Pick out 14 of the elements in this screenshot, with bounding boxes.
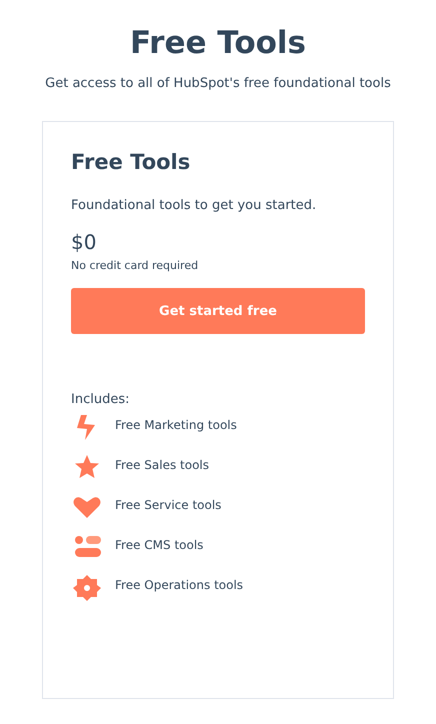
included-tool: Free Sales tools — [115, 457, 210, 473]
page-title: Free Tools — [130, 24, 306, 62]
page-subtitle: Get access to all of HubSpot's free foundational tools — [45, 76, 391, 91]
price-note: No credit card required — [71, 259, 198, 272]
plan-price: $0 — [71, 229, 96, 255]
plan-description: Foundational tools to get you started. — [71, 198, 316, 213]
included-tool: Free Service tools — [115, 497, 222, 513]
plan-title: Free Tools — [71, 149, 190, 176]
get-started-button[interactable]: Get started free — [71, 288, 365, 334]
includes-label: Includes: — [71, 392, 130, 407]
included-tool: Free CMS tools — [115, 537, 204, 553]
included-tool: Free Operations tools — [115, 577, 244, 593]
included-tool: Free Marketing tools — [115, 417, 237, 433]
gear-icon — [71, 573, 103, 601]
